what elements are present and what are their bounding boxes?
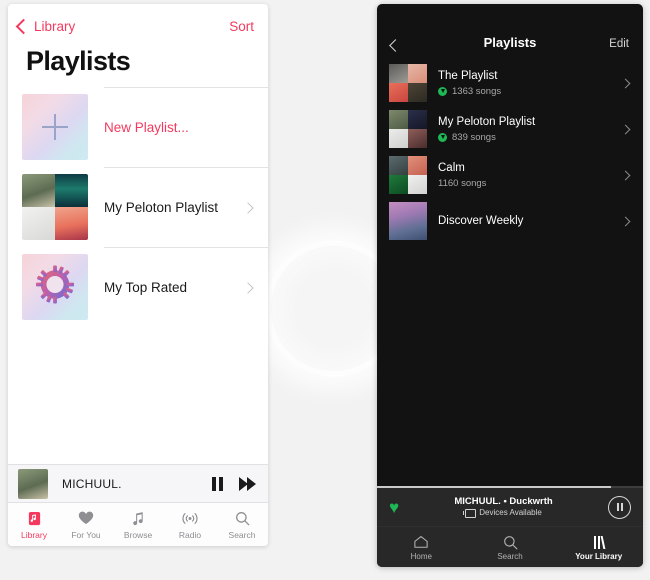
now-playing-title: MICHUUL.: [62, 476, 122, 491]
playlist-artwork-collage: [389, 64, 427, 102]
devices-available[interactable]: Devices Available: [399, 508, 608, 518]
playlist-list: New Playlist... My Peloton Playlist My T…: [8, 87, 268, 464]
list-item-name: Calm: [438, 162, 465, 175]
left-navbar: Library Sort: [8, 4, 268, 48]
chevron-right-icon: [620, 78, 631, 88]
gear-icon: [36, 265, 74, 309]
list-item-label: My Peloton Playlist: [104, 200, 219, 215]
next-track-button[interactable]: [239, 476, 256, 491]
page-title: Playlists: [26, 46, 131, 76]
now-playing-bar[interactable]: ♥ MICHUUL. • Duckwrth Devices Available: [377, 488, 643, 526]
list-item-name: The Playlist: [438, 70, 498, 83]
chevron-right-icon: [242, 201, 254, 214]
spotify-panel: Playlists Edit The Playlist 1363 songs M…: [377, 4, 643, 567]
playlist-artwork-collage: [22, 174, 88, 240]
devices-label: Devices Available: [479, 508, 542, 518]
right-tab-bar: Home Search Your Library: [377, 526, 643, 567]
chevron-left-icon: [15, 18, 32, 34]
search-icon: [235, 508, 250, 528]
right-navbar: Playlists Edit: [377, 4, 643, 60]
tab-your-library[interactable]: Your Library: [554, 533, 643, 561]
tab-home[interactable]: Home: [377, 533, 466, 561]
home-icon: [413, 533, 429, 551]
playlist-artwork-discover-weekly: [389, 202, 427, 240]
tab-label: Home: [410, 552, 432, 561]
playback-progress-bar[interactable]: [377, 486, 643, 488]
tab-label: Search: [228, 530, 256, 540]
downloaded-icon: [438, 132, 447, 142]
devices-icon: [463, 508, 477, 518]
tab-search[interactable]: Search: [466, 533, 555, 561]
search-icon: [503, 533, 518, 551]
list-item-name: Discover Weekly: [438, 214, 524, 227]
chevron-right-icon: [242, 281, 254, 294]
downloaded-icon: [438, 86, 447, 96]
list-item-my-peloton-playlist[interactable]: My Peloton Playlist 839 songs: [377, 106, 643, 152]
playlist-artwork-collage: [389, 156, 427, 194]
mini-player-bar[interactable]: MICHUUL.: [8, 464, 268, 502]
list-item-new-playlist[interactable]: New Playlist...: [8, 87, 268, 167]
list-item-label: My Top Rated: [104, 280, 188, 295]
playback-progress-fill: [377, 486, 612, 488]
apple-music-panel: Library Sort Playlists New Playlist... M…: [8, 4, 268, 546]
now-playing-info: MICHUUL. • Duckwrth Devices Available: [399, 496, 608, 519]
sort-button[interactable]: Sort: [229, 19, 254, 34]
song-count: 839 songs: [452, 131, 496, 143]
tab-label: Your Library: [575, 552, 623, 561]
tab-label: Radio: [178, 530, 202, 540]
tab-label: Search: [497, 552, 523, 561]
pause-button[interactable]: [212, 476, 223, 491]
tab-library[interactable]: Library: [8, 508, 60, 540]
song-count: 1160 songs: [438, 177, 487, 189]
playlist-list: The Playlist 1363 songs My Peloton Playl…: [377, 60, 643, 486]
tab-label: Library: [21, 530, 47, 540]
back-button-label: Library: [34, 18, 76, 34]
list-item-the-playlist[interactable]: The Playlist 1363 songs: [377, 60, 643, 106]
chevron-right-icon: [620, 170, 631, 180]
song-count: 1363 songs: [452, 85, 502, 97]
new-playlist-artwork-plus-icon: [22, 94, 88, 160]
library-icon: [27, 508, 42, 528]
library-bars-icon: [593, 533, 606, 551]
tab-label: Browse: [123, 530, 153, 540]
list-item-calm[interactable]: Calm 1160 songs: [377, 152, 643, 198]
heart-icon[interactable]: ♥: [389, 499, 399, 516]
tab-for-you[interactable]: For You: [60, 508, 112, 540]
chevron-right-icon: [620, 124, 631, 134]
back-to-library-button[interactable]: Library: [15, 18, 76, 34]
list-item-name: My Peloton Playlist: [438, 116, 536, 129]
tab-radio[interactable]: Radio: [164, 508, 216, 540]
tab-search[interactable]: Search: [216, 508, 268, 540]
tab-browse[interactable]: Browse: [112, 508, 164, 540]
playlist-artwork-gear: [22, 254, 88, 320]
list-item-discover-weekly[interactable]: Discover Weekly: [377, 198, 643, 244]
list-item-my-peloton-playlist[interactable]: My Peloton Playlist: [8, 167, 268, 247]
now-playing-title: MICHUUL. • Duckwrth: [454, 495, 553, 507]
tab-label: For You: [71, 530, 101, 540]
chevron-left-icon: [389, 39, 402, 52]
left-tab-bar: Library For You Browse Radio Search: [8, 502, 268, 546]
heart-icon: [78, 508, 94, 528]
page-title: Playlists: [483, 35, 537, 50]
back-button[interactable]: [389, 39, 411, 52]
list-item-my-top-rated[interactable]: My Top Rated: [8, 247, 268, 327]
radio-waves-icon: [181, 508, 199, 528]
chevron-right-icon: [620, 216, 631, 226]
pause-button[interactable]: [608, 495, 631, 519]
music-note-icon: [131, 508, 145, 528]
playlist-artwork-collage: [389, 110, 427, 148]
now-playing-artwork: [18, 468, 48, 499]
list-item-label: New Playlist...: [104, 120, 189, 135]
edit-button[interactable]: Edit: [609, 38, 629, 50]
